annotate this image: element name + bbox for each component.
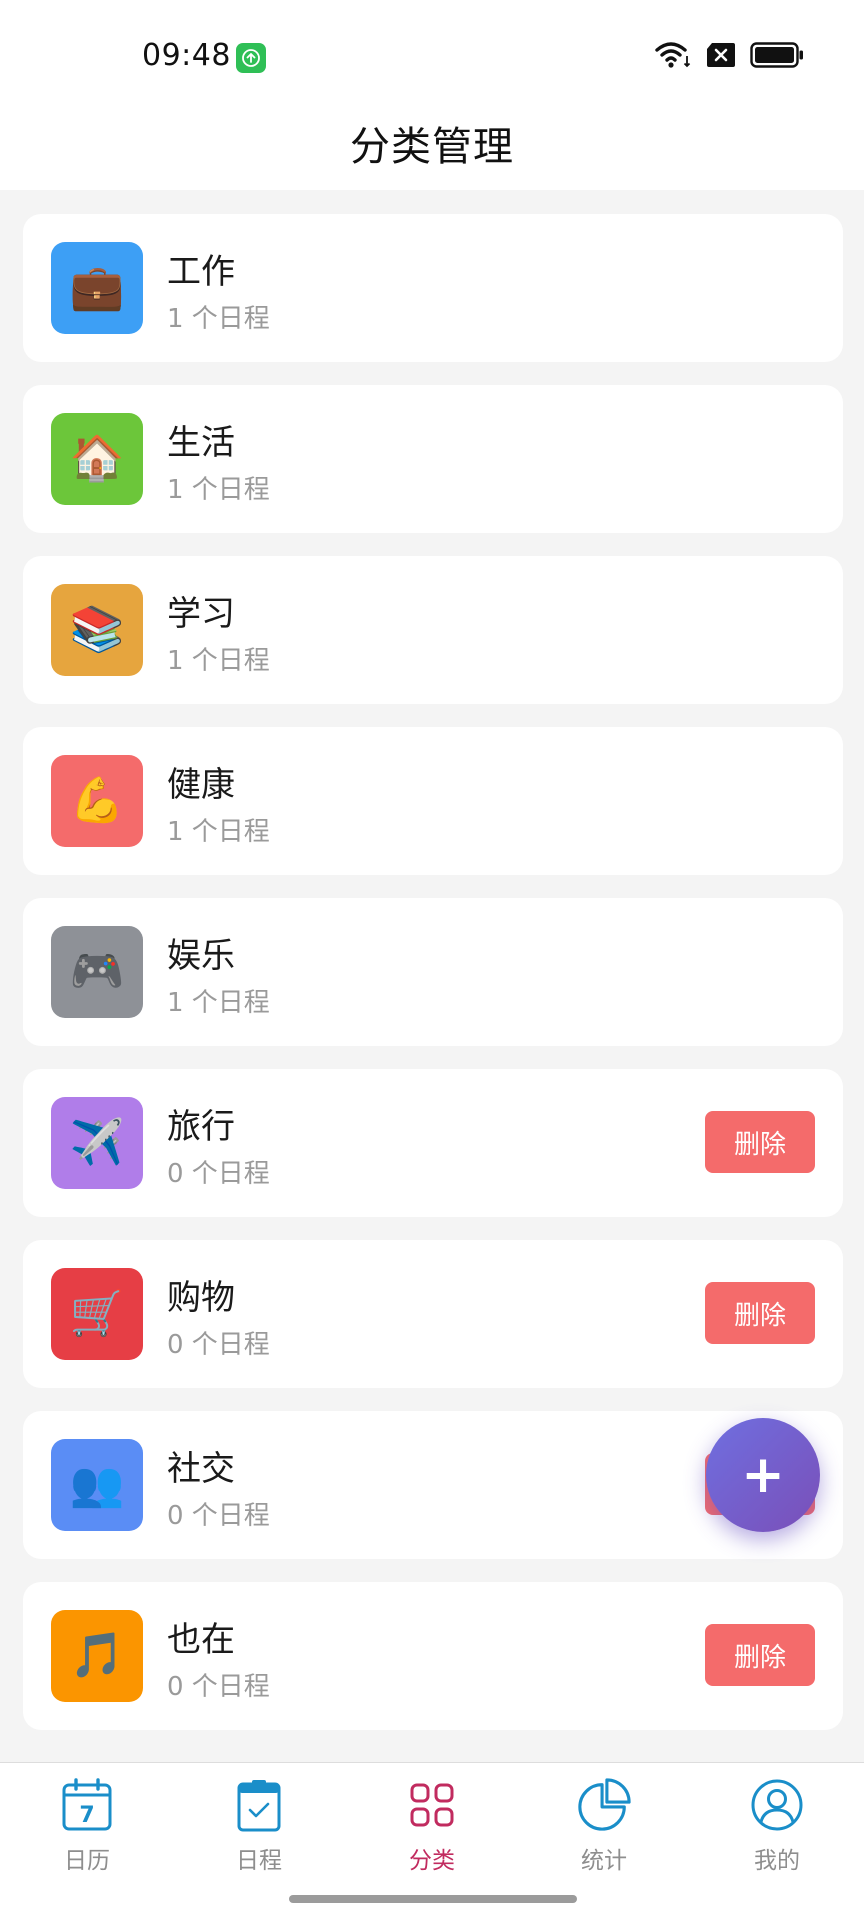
category-card-life[interactable]: 🏠 生活 1 个日程	[23, 385, 843, 533]
tab-label: 日程	[236, 1848, 282, 1874]
category-name: 生活	[167, 423, 235, 463]
category-count: 0 个日程	[167, 1159, 270, 1189]
calendar-day: 7	[79, 1803, 94, 1828]
wifi-icon	[654, 40, 692, 74]
category-card-shopping[interactable]: 🛒 购物 0 个日程 删除	[23, 1240, 843, 1388]
category-name: 工作	[167, 252, 235, 292]
tab-label: 分类	[409, 1848, 455, 1874]
briefcase-icon: 💼	[51, 242, 143, 334]
category-count: 1 个日程	[167, 304, 270, 334]
tab-label: 统计	[581, 1848, 627, 1874]
home-indicator	[289, 1895, 577, 1903]
header: 分类管理	[0, 110, 864, 190]
category-name: 旅行	[167, 1107, 235, 1147]
tab-statistics[interactable]: 统计	[544, 1777, 664, 1875]
delete-button[interactable]: 删除	[705, 1624, 815, 1686]
category-count: 1 个日程	[167, 646, 270, 676]
tab-label: 日历	[64, 1848, 110, 1874]
category-list: 💼 工作 1 个日程 🏠 生活 1 个日程 📚 学习 1 个日程 💪 健康 1 …	[23, 214, 843, 1753]
battery-full-icon	[750, 42, 804, 72]
shopping-cart-icon: 🛒	[51, 1268, 143, 1360]
category-card-work[interactable]: 💼 工作 1 个日程	[23, 214, 843, 362]
calendar-icon: 7	[59, 1777, 115, 1833]
category-count: 1 个日程	[167, 817, 270, 847]
pie-chart-icon	[576, 1777, 632, 1833]
add-category-button[interactable]: +	[706, 1418, 820, 1532]
category-name: 购物	[167, 1278, 235, 1318]
tab-schedule[interactable]: 日程	[199, 1777, 319, 1875]
status-icons	[654, 40, 804, 74]
grid-icon	[404, 1777, 460, 1833]
status-bar: 09:48	[0, 0, 864, 110]
category-card-health[interactable]: 💪 健康 1 个日程	[23, 727, 843, 875]
category-name: 学习	[167, 594, 235, 634]
delete-button[interactable]: 删除	[705, 1111, 815, 1173]
books-icon: 📚	[51, 584, 143, 676]
category-card-travel[interactable]: ✈️ 旅行 0 个日程 删除	[23, 1069, 843, 1217]
category-count: 0 个日程	[167, 1672, 270, 1702]
category-card-study[interactable]: 📚 学习 1 个日程	[23, 556, 843, 704]
category-card-yezai[interactable]: 🎵 也在 0 个日程 删除	[23, 1582, 843, 1730]
airplane-icon: ✈️	[51, 1097, 143, 1189]
category-count: 0 个日程	[167, 1501, 270, 1531]
category-name: 也在	[167, 1620, 235, 1660]
people-icon: 👥	[51, 1439, 143, 1531]
house-icon: 🏠	[51, 413, 143, 505]
category-name: 娱乐	[167, 936, 235, 976]
tab-profile[interactable]: 我的	[717, 1777, 837, 1875]
tab-label: 我的	[754, 1848, 800, 1874]
category-count: 1 个日程	[167, 988, 270, 1018]
delete-button[interactable]: 删除	[705, 1282, 815, 1344]
user-icon	[749, 1777, 805, 1833]
no-sim-icon	[706, 42, 736, 72]
upload-arrow-icon	[236, 43, 266, 73]
flexed-biceps-icon: 💪	[51, 755, 143, 847]
status-time: 09:48	[142, 38, 231, 73]
category-card-entertainment[interactable]: 🎮 娱乐 1 个日程	[23, 898, 843, 1046]
category-name: 社交	[167, 1449, 235, 1489]
category-count: 0 个日程	[167, 1330, 270, 1360]
category-name: 健康	[167, 765, 235, 805]
category-count: 1 个日程	[167, 475, 270, 505]
tab-category[interactable]: 分类	[372, 1777, 492, 1875]
game-controller-icon: 🎮	[51, 926, 143, 1018]
clipboard-check-icon	[231, 1777, 287, 1833]
tab-calendar[interactable]: 7 日历	[27, 1777, 147, 1875]
page-title: 分类管理	[350, 124, 514, 170]
plus-icon: +	[741, 1445, 785, 1505]
music-note-icon: 🎵	[51, 1610, 143, 1702]
